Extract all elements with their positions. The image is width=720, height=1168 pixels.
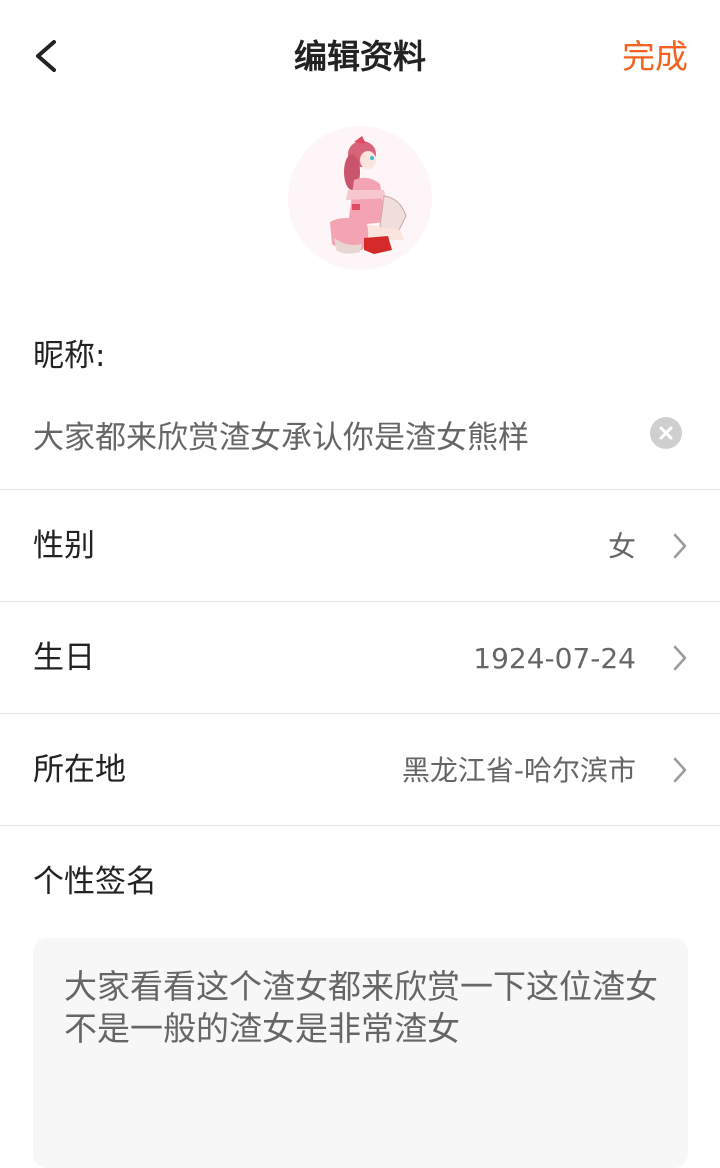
nickname-label: 昵称: [33, 338, 106, 374]
location-row[interactable]: 所在地 黑龙江省-哈尔滨市 [0, 715, 720, 825]
clear-circle-icon [659, 426, 673, 440]
anime-character-avatar-icon [288, 126, 432, 270]
avatar[interactable] [288, 126, 432, 270]
signature-textarea[interactable]: 大家看看这个渣女都来欣赏一下这位渣女不是一般的渣女是非常渣女 [33, 938, 688, 1168]
divider [0, 601, 720, 602]
signature-text[interactable]: 大家看看这个渣女都来欣赏一下这位渣女不是一般的渣女是非常渣女 [64, 966, 664, 1050]
done-button[interactable]: 完成 [622, 36, 688, 78]
divider [0, 713, 720, 714]
gender-value: 女 [607, 530, 636, 563]
nickname-input[interactable] [33, 412, 633, 456]
chevron-right-icon [673, 645, 687, 671]
chevron-right-icon [673, 533, 687, 559]
gender-label: 性别 [33, 528, 95, 564]
birthday-value: 1924-07-24 [473, 642, 636, 675]
divider [0, 825, 720, 826]
signature-label: 个性签名 [33, 864, 157, 900]
location-label: 所在地 [33, 752, 126, 788]
location-value: 黑龙江省-哈尔滨市 [401, 754, 636, 787]
chevron-right-icon [673, 757, 687, 783]
clear-nickname-button[interactable] [650, 417, 682, 449]
page-title: 编辑资料 [294, 37, 426, 76]
birthday-row[interactable]: 生日 1924-07-24 [0, 603, 720, 713]
divider [0, 489, 720, 490]
gender-row[interactable]: 性别 女 [0, 491, 720, 601]
header-bar: 编辑资料 完成 [0, 0, 720, 112]
birthday-label: 生日 [33, 640, 95, 676]
